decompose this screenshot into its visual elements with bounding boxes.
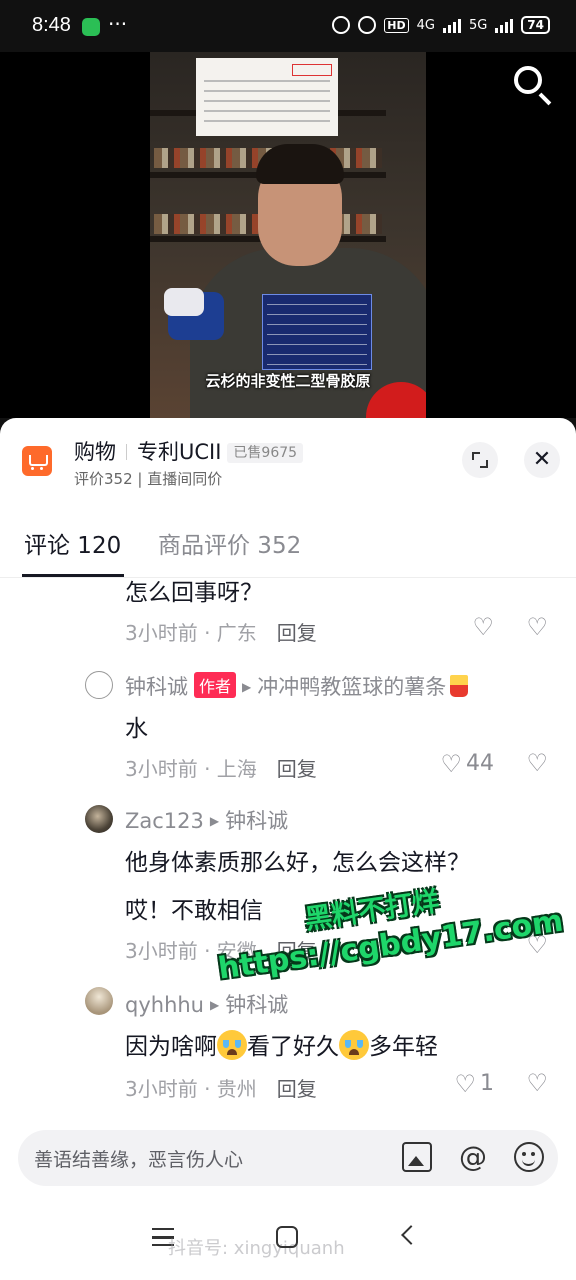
avatar[interactable] — [85, 987, 113, 1015]
account-watermark: 抖音号: xingyiquanh — [168, 1238, 345, 1259]
video-player[interactable]: 云杉的非变性二型骨胶原 — [0, 52, 576, 418]
comment-author-line: qyhhhu ▶ 钟科诚 — [125, 989, 288, 1019]
comment-text: 他身体素质那么好，怎么会这样？ — [125, 850, 470, 876]
avatar[interactable] — [85, 671, 113, 699]
status-bar: 8:48 ··· HD 4G 5G 74 — [0, 0, 576, 52]
fries-emoji-icon — [450, 675, 469, 697]
comment-time: 3小时前 · 上海 — [125, 757, 257, 781]
active-tab-indicator — [22, 574, 124, 577]
video-frame[interactable]: 云杉的非变性二型骨胶原 — [150, 52, 426, 418]
comment-time: 3小时前 · 广东 — [125, 621, 257, 645]
like-button[interactable]: ♡ 44 — [440, 751, 494, 776]
reply-arrow-icon: ▶ — [210, 998, 220, 1012]
like-count: 44 — [466, 751, 494, 776]
video-subtitle: 云杉的非变性二型骨胶原 — [205, 372, 371, 390]
comment-text-part: 因为啥啊 — [125, 1034, 217, 1060]
heart-icon: ♡ — [440, 749, 462, 778]
reply-button[interactable]: 回复 — [277, 757, 317, 781]
comment-text-part: 多年轻 — [369, 1034, 438, 1060]
comment-meta: 3小时前 · 广东 回复 — [125, 617, 317, 646]
reply-to-user[interactable]: 钟科诚 — [225, 809, 288, 833]
reply-to-user[interactable]: 钟科诚 — [225, 993, 288, 1017]
status-time: 8:48 — [32, 14, 71, 36]
comment-text: 因为啥啊 看了好久 多年轻 — [125, 1027, 438, 1061]
product-name: 专利UCII — [137, 440, 222, 464]
status-icons: HD 4G 5G 74 — [332, 16, 550, 34]
tab-product-reviews[interactable]: 商品评价 352 — [158, 526, 301, 560]
comment-input[interactable]: 善语结善缘，恶言伤人心 @ — [18, 1130, 558, 1186]
dislike-icon: ♡ — [526, 749, 548, 777]
reply-button[interactable]: 回复 — [277, 621, 317, 645]
patent-document-image — [196, 58, 338, 136]
comment-author-line: Zac123 ▶ 钟科诚 — [125, 805, 288, 835]
reply-to-user[interactable]: 冲冲鸭教篮球的薯条 — [257, 675, 446, 699]
dislike-button[interactable]: ♡ — [526, 751, 548, 777]
reply-button[interactable]: 回复 — [277, 1077, 317, 1101]
crying-emoji-icon — [339, 1030, 369, 1060]
shop-title[interactable]: 购物 专利UCII 已售9675 — [74, 436, 304, 466]
divider — [126, 444, 127, 460]
comment-text: 水 — [125, 716, 148, 742]
reply-arrow-icon: ▶ — [242, 680, 252, 694]
more-notifications-icon: ··· — [108, 12, 128, 36]
network-5g-label: 5G — [468, 17, 488, 33]
avatar[interactable] — [85, 805, 113, 833]
like-count: 1 — [480, 1071, 494, 1096]
system-nav-bar: 抖音号: xingyiquanh — [0, 1208, 576, 1280]
comment-time: 3小时前 · 贵州 — [125, 1077, 257, 1101]
supplement-bottle-cap — [164, 288, 204, 316]
dislike-icon: ♡ — [526, 1069, 548, 1097]
search-icon[interactable] — [510, 62, 554, 106]
comment-author[interactable]: 钟科诚 — [125, 675, 188, 699]
comment-author-line: 钟科诚 作者 ▶ 冲冲鸭教篮球的薯条 — [125, 671, 469, 701]
presenter-hair — [256, 144, 344, 184]
signal-icon — [442, 17, 461, 33]
ingredient-table-image — [262, 294, 372, 370]
reply-arrow-icon: ▶ — [209, 814, 220, 828]
comment-author[interactable]: qyhhhu — [125, 993, 204, 1017]
signal-icon-2 — [495, 17, 514, 33]
at-icon[interactable]: @ — [458, 1142, 488, 1172]
like-button[interactable]: ♡ 1 — [454, 1071, 494, 1096]
back-icon[interactable] — [401, 1225, 421, 1245]
network-4g-label: 4G — [416, 17, 435, 33]
emoji-icon[interactable] — [514, 1142, 544, 1172]
shop-subtitle: 评价352 | 直播间同价 — [74, 470, 223, 488]
moon-icon — [332, 16, 351, 34]
wechat-notification-icon — [82, 18, 100, 36]
comment-author[interactable]: Zac123 — [125, 809, 204, 833]
author-badge: 作者 — [194, 672, 237, 698]
dislike-button[interactable]: ♡ — [526, 615, 548, 641]
shop-category: 购物 — [74, 440, 116, 464]
mute-bell-icon — [358, 16, 377, 34]
sold-count-badge: 已售9675 — [227, 443, 304, 463]
heart-icon: ♡ — [454, 1069, 476, 1098]
comment-list[interactable]: 怎么回事呀？ 3小时前 · 广东 回复 ♡ ♡ 钟科诚 作者 ▶ 冲冲鸭教篮球的薯条 水… — [0, 579, 576, 1119]
comment-text: 怎么回事呀？ — [125, 580, 263, 606]
comment-input-placeholder: 善语结善缘，恶言伤人心 — [34, 1149, 244, 1171]
tab-bar: 评论 120 商品评价 352 — [0, 518, 576, 578]
comment-text-part: 看了好久 — [247, 1034, 339, 1060]
crying-emoji-icon — [217, 1030, 247, 1060]
close-icon[interactable]: ✕ — [524, 442, 560, 478]
dislike-button[interactable]: ♡ — [526, 1071, 548, 1097]
shopping-cart-icon[interactable] — [22, 446, 52, 476]
battery-icon: 74 — [521, 16, 550, 34]
hd-icon: HD — [384, 17, 409, 33]
dislike-icon: ♡ — [526, 613, 548, 641]
tab-comments[interactable]: 评论 120 — [24, 526, 121, 560]
comments-sheet: 购物 专利UCII 已售9675 评价352 | 直播间同价 ✕ 评论 120 商品… — [0, 418, 576, 1280]
image-icon[interactable] — [402, 1142, 432, 1172]
comment-meta: 3小时前 · 贵州 回复 — [125, 1073, 317, 1102]
like-button[interactable]: ♡ — [472, 615, 494, 639]
heart-icon: ♡ — [472, 613, 494, 641]
expand-icon[interactable] — [462, 442, 498, 478]
comment-meta: 3小时前 · 上海 回复 — [125, 753, 317, 782]
comment-text: 哎！不敢相信 — [125, 898, 263, 924]
home-icon[interactable] — [276, 1226, 298, 1248]
